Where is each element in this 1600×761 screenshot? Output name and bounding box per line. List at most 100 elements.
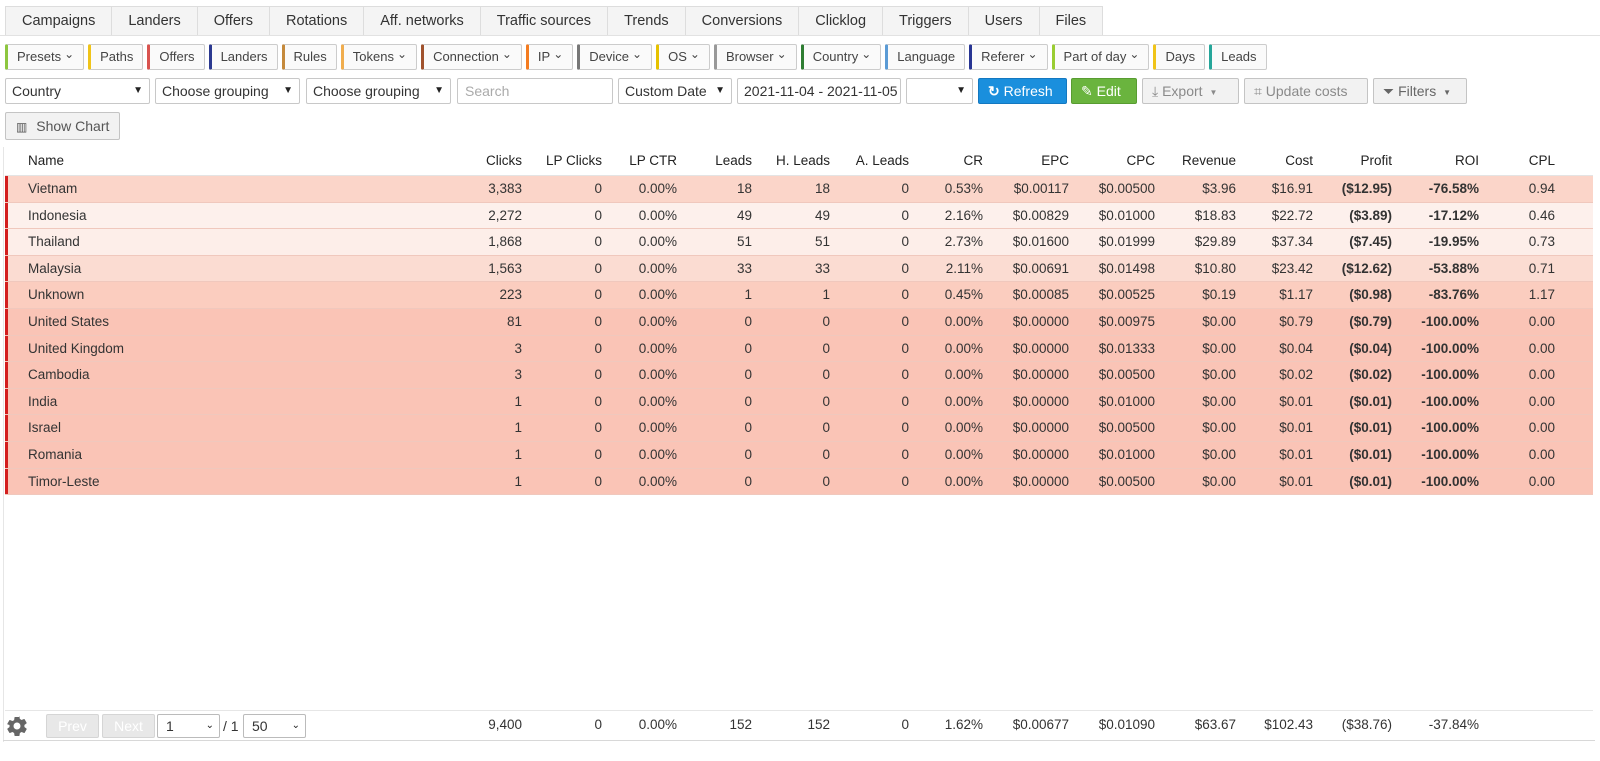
cell-revenue: $0.00: [1202, 340, 1236, 356]
date-range-input[interactable]: 2021-11-04 - 2021-11-05: [737, 78, 901, 104]
prev-page-button[interactable]: Prev: [46, 714, 99, 738]
next-page-button[interactable]: Next: [102, 714, 155, 738]
cell-cr: 0.00%: [944, 313, 983, 329]
export-button[interactable]: ⤓ Export ▼: [1142, 78, 1239, 104]
cell-cpl: 0.00: [1528, 473, 1555, 489]
cell-h-leads: 0: [822, 340, 830, 356]
report-button-paths[interactable]: Paths: [88, 44, 144, 70]
report-button-offers[interactable]: Offers: [147, 44, 205, 70]
column-header-leads: Leads: [715, 153, 752, 168]
grouping-select-1[interactable]: Country ▼: [5, 78, 150, 104]
report-button-device[interactable]: Device ⌄: [577, 44, 653, 70]
table-row[interactable]: United States 81 0 0.00% 0 0 0 0.00% $0.00000 $0.…: [5, 308, 1593, 336]
table-row[interactable]: Romania 1 0 0.00% 0 0 0 0.00% $0.00000 $0.01000 $0…: [5, 441, 1593, 469]
report-button-country[interactable]: Country ⌄: [800, 44, 882, 70]
tab-files[interactable]: Files: [1038, 6, 1104, 36]
cell-profit: ($0.01): [1349, 393, 1392, 409]
cell-revenue: $0.00: [1202, 367, 1236, 383]
table-row[interactable]: United Kingdom 3 0 0.00% 0 0 0 0.00% $0.00000 $0.…: [5, 335, 1593, 363]
cell-h-leads: 0: [822, 313, 830, 329]
filters-button[interactable]: ⏷ Filters ▼: [1373, 78, 1467, 104]
report-button-presets[interactable]: Presets ⌄: [5, 44, 85, 70]
report-button-label: Browser: [725, 49, 774, 64]
cell-clicks: 1,563: [488, 260, 522, 276]
gear-icon[interactable]: [5, 714, 29, 738]
row-status-marker: [5, 415, 8, 441]
column-header-name: Name: [28, 153, 65, 168]
tab-traffic-sources[interactable]: Traffic sources: [479, 6, 608, 36]
table-row[interactable]: Vietnam 3,383 0 0.00% 18 18 0 0.53% $0.00117 $0.0…: [5, 176, 1593, 203]
tab-offers[interactable]: Offers: [196, 6, 269, 36]
report-button-ip[interactable]: IP ⌄: [525, 44, 574, 70]
report-button-rules[interactable]: Rules: [281, 44, 337, 70]
table-row[interactable]: India 1 0 0.00% 0 0 0 0.00% $0.00000 $0.01000 $0.0…: [5, 388, 1593, 416]
table-frame-bottom: [3, 740, 1595, 741]
tab-triggers[interactable]: Triggers: [882, 6, 968, 36]
cell-cr: 0.00%: [944, 393, 983, 409]
report-button-browser[interactable]: Browser ⌄: [713, 44, 797, 70]
total-lp-clicks: 0: [594, 717, 602, 732]
table-row[interactable]: Israel 1 0 0.00% 0 0 0 0.00% $0.00000 $0.00500 $0.…: [5, 415, 1593, 442]
row-status-marker: [5, 362, 8, 388]
total-lp-ctr: 0.00%: [638, 717, 677, 732]
cell-clicks: 3,383: [488, 181, 522, 196]
column-header-profit: Profit: [1360, 153, 1392, 168]
date-mode-select[interactable]: Custom Date ▼: [618, 78, 732, 104]
tab-aff-networks[interactable]: Aff. networks: [363, 6, 480, 36]
tab-users[interactable]: Users: [967, 6, 1039, 36]
show-chart-button[interactable]: ▥ Show Chart: [5, 112, 121, 140]
report-button-days[interactable]: Days: [1153, 44, 1206, 70]
row-status-marker: [5, 441, 8, 468]
column-header-cpc: CPC: [1126, 153, 1155, 168]
report-button-language[interactable]: Language: [885, 44, 966, 70]
tab-rotations[interactable]: Rotations: [268, 6, 364, 36]
report-button-connection[interactable]: Connection ⌄: [421, 44, 522, 70]
column-header-cost: Cost: [1285, 153, 1313, 168]
cell-roi: -17.12%: [1428, 207, 1479, 223]
report-button-leads[interactable]: Leads: [1209, 44, 1267, 70]
table-row[interactable]: Indonesia 2,272 0 0.00% 49 49 0 2.16% $0.00829 $0…: [5, 202, 1593, 230]
cell-cr: 2.16%: [944, 207, 983, 223]
cell-a-leads: 0: [901, 473, 909, 489]
table-row[interactable]: Cambodia 3 0 0.00% 0 0 0 0.00% $0.00000 $0.00500 $…: [5, 362, 1593, 389]
cell-lp-clicks: 0: [594, 313, 602, 329]
column-header-clicks: Clicks: [486, 153, 522, 168]
cell-clicks: 223: [499, 287, 522, 303]
tab-conversions[interactable]: Conversions: [684, 6, 799, 36]
cell-cpl: 0.73: [1528, 234, 1555, 250]
refresh-button[interactable]: ↻ Refresh: [978, 78, 1067, 104]
cell-clicks: 1: [514, 420, 522, 436]
edit-button[interactable]: ✎ Edit: [1071, 78, 1137, 104]
grouping-select-2[interactable]: Choose grouping ▼: [155, 78, 300, 104]
cell-clicks: 1,868: [488, 234, 522, 250]
timezone-select[interactable]: ▼: [906, 78, 973, 104]
cell-name: Malaysia: [28, 260, 82, 276]
tab-clicklog[interactable]: Clicklog: [798, 6, 883, 36]
table-row[interactable]: Thailand 1,868 0 0.00% 51 51 0 2.73% $0.01600 $0.…: [5, 229, 1593, 256]
per-page-select[interactable]: 50 ⌄: [243, 714, 306, 738]
cell-epc: $0.00000: [1012, 446, 1069, 462]
update-costs-button[interactable]: ⌗ Update costs: [1244, 78, 1368, 104]
row-status-marker: [5, 255, 8, 282]
report-button-tokens[interactable]: Tokens ⌄: [340, 44, 418, 70]
tab-trends[interactable]: Trends: [607, 6, 685, 36]
total-cost: $102.43: [1264, 717, 1313, 732]
report-button-referer[interactable]: Referer ⌄: [969, 44, 1048, 70]
cell-lp-clicks: 0: [594, 181, 602, 196]
report-button-part-of-day[interactable]: Part of day ⌄: [1051, 44, 1150, 70]
total-h-leads: 152: [807, 717, 830, 732]
tab-campaigns[interactable]: Campaigns: [5, 6, 112, 36]
search-input[interactable]: [457, 78, 613, 104]
page-select[interactable]: 1 ⌄: [157, 714, 220, 738]
tab-landers[interactable]: Landers: [111, 6, 197, 36]
table-row[interactable]: Unknown 223 0 0.00% 1 1 0 0.45% $0.00085 $0.00525…: [5, 282, 1593, 309]
grouping-select-3[interactable]: Choose grouping ▼: [306, 78, 451, 104]
cell-cpc: $0.01000: [1098, 393, 1155, 409]
export-label: Export: [1162, 83, 1203, 99]
report-button-os[interactable]: OS ⌄: [656, 44, 710, 70]
report-button-landers[interactable]: Landers: [208, 44, 278, 70]
cell-a-leads: 0: [901, 234, 909, 250]
cell-leads: 1: [744, 287, 752, 303]
table-row[interactable]: Malaysia 1,563 0 0.00% 33 33 0 2.11% $0.00691 $0.…: [5, 255, 1593, 283]
table-row[interactable]: Timor-Leste 1 0 0.00% 0 0 0 0.00% $0.00000 $0.005…: [5, 468, 1593, 496]
